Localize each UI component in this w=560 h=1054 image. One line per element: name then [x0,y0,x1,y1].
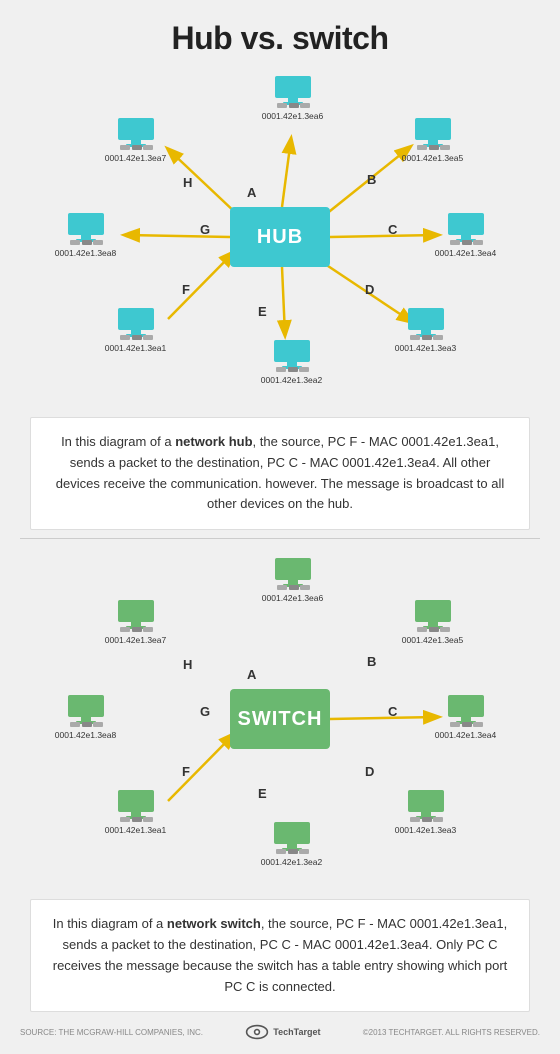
footer: SOURCE: THE MCGRAW-HILL COMPANIES, INC. … [0,1020,560,1044]
switch-pc-e: 0001.42e1.3ea2 [264,821,319,867]
switch-pc-h: 0001.42e1.3ea7 [108,599,163,645]
hub-pc-f-icon [116,307,156,341]
switch-pc-e-icon [272,821,312,855]
switch-diagram-section: SWITCH 0001.42e1.3ea6 0001.42e1.3ea5 000… [20,549,540,889]
hub-label-f: F [182,282,190,297]
techtarget-eye-icon [245,1024,269,1040]
hub-pc-h-icon [116,117,156,151]
switch-pc-a: 0001.42e1.3ea6 [265,557,320,603]
page-title: Hub vs. switch [0,20,560,57]
page: Hub vs. switch [0,0,560,1054]
switch-label-f: F [182,764,190,779]
hub-pc-h: 0001.42e1.3ea7 [108,117,163,163]
hub-pc-g: 0001.42e1.3ea8 [58,212,113,258]
switch-description: In this diagram of a network switch, the… [30,899,530,1012]
footer-left: SOURCE: THE MCGRAW-HILL COMPANIES, INC. [20,1028,203,1037]
hub-pc-c-icon [446,212,486,246]
hub-label-d: D [365,282,374,297]
switch-pc-g: 0001.42e1.3ea8 [58,694,113,740]
hub-diagram: HUB 0001.42e1.3ea6 0001.42e1.3ea5 0001.4… [20,67,540,407]
hub-label-c: C [388,222,397,237]
hub-pc-b-icon [413,117,453,151]
switch-label-c: C [388,704,397,719]
switch-label-d: D [365,764,374,779]
switch-pc-a-icon [273,557,313,591]
hub-diagram-section: HUB 0001.42e1.3ea6 0001.42e1.3ea5 0001.4… [20,67,540,407]
hub-label-a: A [247,185,256,200]
switch-pc-d-icon [406,789,446,823]
hub-description: In this diagram of a network hub, the so… [30,417,530,530]
hub-pc-a: 0001.42e1.3ea6 [265,75,320,121]
hub-pc-e-icon [272,339,312,373]
switch-diagram: SWITCH 0001.42e1.3ea6 0001.42e1.3ea5 000… [20,549,540,889]
hub-label-b: B [367,172,376,187]
switch-center-box: SWITCH [230,689,330,749]
hub-pc-d-icon [406,307,446,341]
switch-pc-d: 0001.42e1.3ea3 [398,789,453,835]
switch-label-g: G [200,704,210,719]
hub-pc-g-icon [66,212,106,246]
switch-pc-b: 0001.42e1.3ea5 [405,599,460,645]
hub-pc-c: 0001.42e1.3ea4 [438,212,493,258]
switch-label-h: H [183,657,192,672]
hub-pc-a-icon [273,75,313,109]
switch-pc-f-icon [116,789,156,823]
footer-right: ©2013 TECHTARGET. ALL RIGHTS RESERVED. [363,1028,540,1037]
switch-label-a: A [247,667,256,682]
footer-logo-text: TechTarget [273,1027,320,1037]
hub-pc-e: 0001.42e1.3ea2 [264,339,319,385]
switch-pc-h-icon [116,599,156,633]
hub-label-h: H [183,175,192,190]
hub-pc-d: 0001.42e1.3ea3 [398,307,453,353]
hub-label-g: G [200,222,210,237]
footer-logo: TechTarget [245,1024,320,1040]
hub-pc-f: 0001.42e1.3ea1 [108,307,163,353]
switch-pc-b-icon [413,599,453,633]
section-divider [20,538,540,539]
switch-pc-f: 0001.42e1.3ea1 [108,789,163,835]
switch-pc-c: 0001.42e1.3ea4 [438,694,493,740]
hub-pc-b: 0001.42e1.3ea5 [405,117,460,163]
switch-label-b: B [367,654,376,669]
switch-pc-g-icon [66,694,106,728]
switch-label-e: E [258,786,267,801]
hub-label-e: E [258,304,267,319]
hub-center-box: HUB [230,207,330,267]
switch-pc-c-icon [446,694,486,728]
